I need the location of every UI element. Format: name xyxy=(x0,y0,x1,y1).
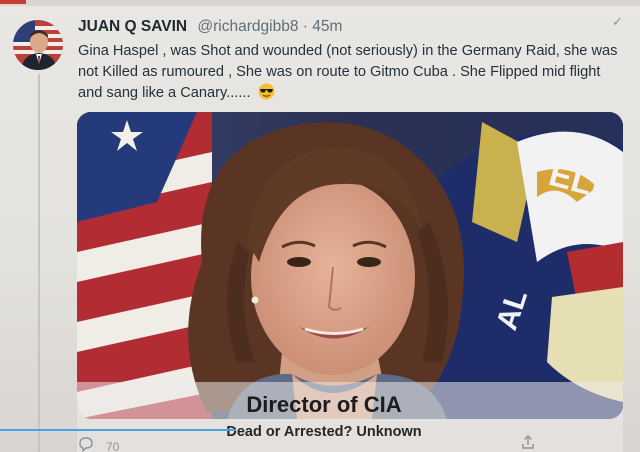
share-icon[interactable] xyxy=(520,434,536,450)
avatar[interactable] xyxy=(13,20,63,70)
portrait-photo: ELI AL xyxy=(77,112,623,419)
author-handle-time[interactable]: @richardgibb8 · 45m xyxy=(197,18,342,35)
author-name[interactable]: JUAN Q SAVIN xyxy=(78,18,187,35)
tweet-screen: JUAN Q SAVIN @richardgibb8 · 45m ✓ Gina … xyxy=(0,0,640,452)
reply-icon[interactable] xyxy=(78,436,94,452)
us-flag xyxy=(77,112,212,419)
notification-marker xyxy=(0,0,26,4)
tweet-text: Gina Haspel , was Shot and wounded (not … xyxy=(78,43,618,101)
caption-title: Director of CIA xyxy=(246,392,402,417)
top-strip xyxy=(0,0,640,6)
chevron-down-icon[interactable]: ✓ xyxy=(612,14,623,30)
tweet-text-block: Gina Haspel , was Shot and wounded (not … xyxy=(78,41,623,104)
sunglasses-emoji-icon xyxy=(258,83,275,100)
caption-subtitle: Dead or Arrested? Unknown xyxy=(226,424,422,440)
avatar-image xyxy=(13,20,63,70)
tweet-header: JUAN Q SAVIN @richardgibb8 · 45m xyxy=(78,18,342,36)
progress-line xyxy=(0,429,236,431)
reply-count: 70 xyxy=(106,440,120,452)
tweet-media-image[interactable]: ELI AL xyxy=(77,112,623,419)
